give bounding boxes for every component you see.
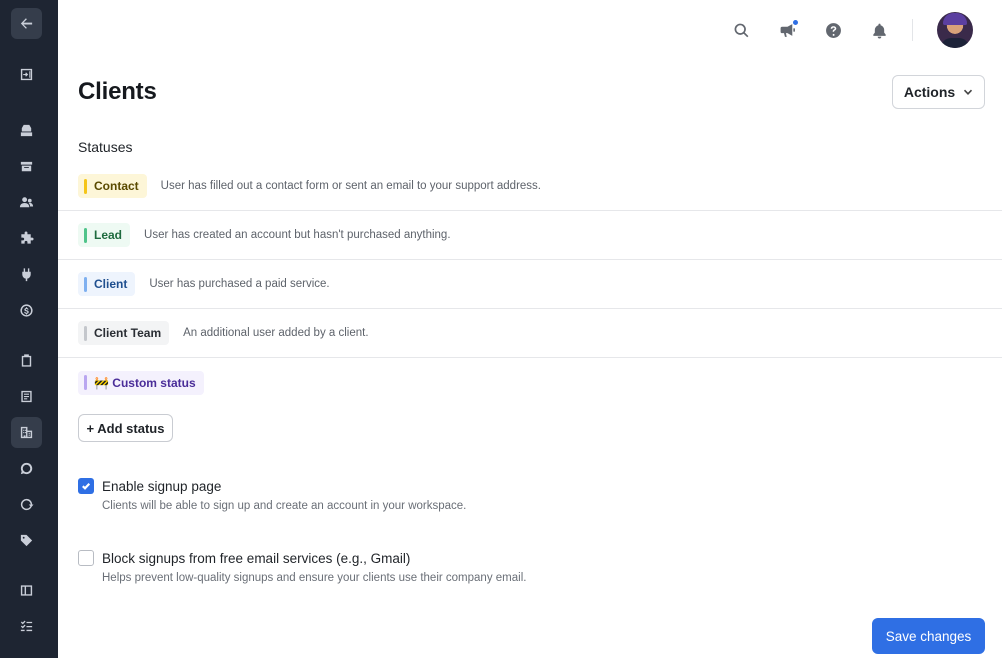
sidebar-item-layout[interactable] [11, 575, 42, 606]
status-description: User has created an account but hasn't p… [144, 229, 451, 241]
enable-signup-label[interactable]: Enable signup page [102, 479, 221, 494]
arrow-left-icon [20, 18, 33, 29]
actions-button[interactable]: Actions [892, 75, 985, 109]
status-badge[interactable]: Lead [78, 223, 131, 247]
sidebar-item-billing[interactable] [11, 295, 42, 326]
sidebar-item-tags[interactable] [11, 525, 42, 556]
sidebar-item-messages[interactable] [11, 453, 42, 484]
status-badge[interactable]: Client Team [78, 321, 170, 345]
notifications-button[interactable] [865, 16, 893, 44]
page-title: Clients [78, 78, 157, 105]
plug-icon [22, 268, 31, 282]
clipboard-icon [21, 354, 32, 367]
status-color-bar [84, 227, 87, 243]
chat-icon [20, 462, 33, 475]
status-badge-label: Lead [94, 228, 123, 242]
status-description: An additional user added by a client. [183, 327, 369, 339]
status-badge-label: Contact [94, 179, 139, 193]
layout-icon [20, 585, 33, 596]
check-icon [82, 483, 91, 490]
status-row: Client User has purchased a paid service. [58, 260, 1002, 309]
sidebar-item-inbox[interactable] [11, 115, 42, 146]
document-icon [21, 390, 32, 403]
status-row: 🚧 Custom status [58, 358, 1002, 407]
refresh-chat-icon [20, 498, 34, 511]
block-free-email-label[interactable]: Block signups from free email services (… [102, 551, 410, 566]
puzzle-icon [21, 231, 34, 244]
bell-icon [872, 23, 886, 38]
chevron-down-icon [964, 89, 973, 95]
avatar[interactable] [937, 12, 973, 48]
sidebar-item-archive[interactable] [11, 151, 42, 182]
status-badge-label: 🚧 Custom status [94, 375, 196, 390]
status-color-bar [84, 325, 87, 341]
status-color-bar [84, 178, 87, 194]
status-badge-label: Client [94, 277, 128, 291]
search-icon [734, 23, 748, 37]
header-divider [912, 19, 913, 41]
tag-icon [20, 534, 33, 547]
status-row: Client Team An additional user added by a… [58, 309, 1002, 358]
sidebar-item-checklists[interactable] [11, 611, 42, 642]
users-icon [19, 197, 34, 208]
status-color-bar [84, 276, 87, 292]
sidebar-item-integrations[interactable] [11, 223, 42, 254]
block-free-email-checkbox[interactable] [78, 550, 94, 566]
sidebar-collapse-button[interactable] [11, 59, 42, 90]
enable-signup-help: Clients will be able to sign up and crea… [102, 500, 467, 512]
sidebar-item-plugins[interactable] [11, 259, 42, 290]
back-button[interactable] [11, 8, 42, 39]
enable-signup-checkbox[interactable] [78, 478, 94, 494]
building-icon [20, 426, 33, 439]
archive-icon [20, 161, 33, 172]
sidebar-item-clients[interactable] [11, 417, 42, 448]
billing-icon [20, 304, 33, 317]
block-free-email-help: Helps prevent low-quality signups and en… [102, 572, 527, 584]
status-row: Contact User has filled out a contact for… [58, 162, 1002, 211]
announcements-button[interactable] [773, 16, 801, 44]
status-description: User has purchased a paid service. [149, 278, 330, 290]
sidebar-item-tasks[interactable] [11, 345, 42, 376]
sidebar [0, 0, 58, 658]
help-icon [825, 22, 841, 38]
sidebar-item-support[interactable] [11, 489, 42, 520]
collapse-icon [20, 68, 33, 81]
status-badge[interactable]: Client [78, 272, 136, 296]
inbox-icon [20, 124, 33, 137]
status-row: Lead User has created an account but hasn… [58, 211, 1002, 260]
notification-dot [792, 19, 799, 26]
search-button[interactable] [727, 16, 755, 44]
save-changes-button[interactable]: Save changes [872, 618, 985, 654]
sidebar-item-documents[interactable] [11, 381, 42, 412]
help-button[interactable] [819, 16, 847, 44]
statuses-label: Statuses [78, 139, 133, 155]
checklist-icon [20, 620, 33, 632]
status-badge[interactable]: Contact [78, 174, 147, 198]
status-color-bar [84, 375, 87, 390]
add-status-button[interactable]: + Add status [78, 414, 173, 442]
sidebar-item-users[interactable] [11, 187, 42, 218]
actions-label: Actions [903, 84, 956, 100]
status-badge[interactable]: 🚧 Custom status [78, 370, 204, 395]
status-badge-label: Client Team [94, 326, 162, 340]
status-description: User has filled out a contact form or se… [160, 180, 541, 192]
